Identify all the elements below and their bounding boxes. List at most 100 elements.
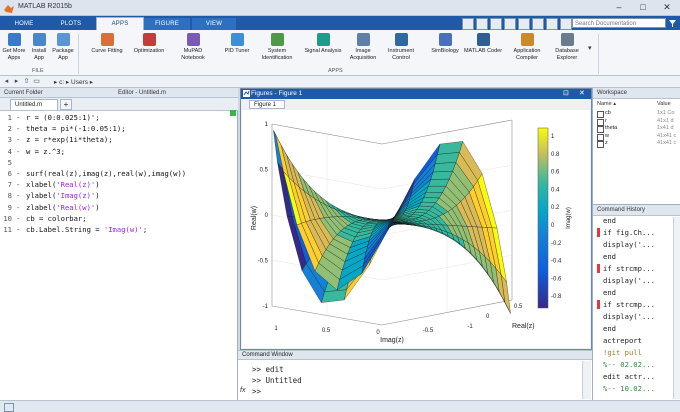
app-button-3[interactable]: PID Tuner	[216, 33, 258, 55]
variable-name[interactable]: w	[605, 133, 609, 140]
new-tab-button[interactable]: +	[60, 99, 72, 110]
history-entry[interactable]: if fig.Ch...	[603, 227, 655, 239]
history-entry[interactable]: end	[603, 287, 616, 299]
app-button-5[interactable]: Signal Analysis	[302, 33, 344, 55]
code-line[interactable]: 3-z = r*exp(1i*theta);	[0, 134, 236, 145]
history-entry[interactable]: if strcmp...	[603, 299, 655, 311]
gallery-expand-icon[interactable]: ▾	[588, 44, 592, 52]
code-line[interactable]: 11- cb.Label.String = 'Imag(w)';	[0, 224, 236, 235]
app-button-9[interactable]: MATLAB Coder	[462, 33, 504, 55]
app-button-8[interactable]: SimBiology	[424, 33, 466, 55]
history-entry[interactable]: actreport	[603, 335, 642, 347]
variable-name[interactable]: theta	[605, 125, 617, 132]
app-button-7[interactable]: Instrument Control	[380, 33, 422, 61]
history-entry[interactable]: display('...	[603, 311, 655, 323]
code-line[interactable]: 5	[0, 157, 236, 168]
colorbar[interactable]	[537, 127, 549, 309]
figure-tab[interactable]: Figure 1	[249, 100, 285, 109]
workspace-name-column[interactable]: Name ▴	[597, 101, 616, 108]
app-button-1[interactable]: Optimization	[128, 33, 170, 55]
breakpoint-marker[interactable]: -	[16, 146, 20, 157]
breakpoint-marker[interactable]: -	[16, 213, 20, 224]
breakpoint-marker[interactable]: -	[16, 123, 20, 134]
quick-access-undo-icon[interactable]	[518, 18, 530, 30]
command-scrollbar[interactable]	[582, 361, 591, 399]
current-folder-header[interactable]: Current Folder	[0, 88, 114, 98]
tab-plots[interactable]: PLOTS	[48, 18, 94, 30]
get-more-apps-button[interactable]: Get More Apps	[2, 33, 26, 61]
search-documentation-input[interactable]: Search Documentation	[572, 18, 666, 28]
breakpoint-marker[interactable]: -	[16, 190, 20, 201]
back-icon[interactable]: ◂	[2, 77, 11, 86]
current-path[interactable]: ▸ c: ▸ Users ▸	[54, 78, 93, 86]
quick-access-cut-icon[interactable]	[476, 18, 488, 30]
history-entry[interactable]: !git pull	[603, 347, 642, 359]
history-entry[interactable]: if strcmp...	[603, 263, 655, 275]
breakpoint-marker[interactable]: -	[16, 168, 20, 179]
up-folder-icon[interactable]: ⇧	[22, 77, 31, 86]
browse-folder-icon[interactable]: ▭	[32, 77, 41, 86]
app-button-0[interactable]: Curve Fitting	[86, 33, 128, 55]
variable-name[interactable]: r	[605, 118, 607, 125]
install-app-button[interactable]: Install App	[28, 33, 50, 61]
quick-access-help-icon[interactable]	[560, 18, 572, 30]
surface-plot[interactable]: 1 0.8 0.6 0.4 0.2 0 -0.2 -0.4 -0.6 -0.8 Imag(w) 1…	[242, 110, 590, 348]
close-figure-icon[interactable]: ✕	[579, 89, 585, 99]
minimize-button[interactable]: –	[608, 1, 630, 14]
variable-name[interactable]: z	[605, 140, 608, 147]
breakpoint-marker[interactable]: -	[16, 134, 20, 145]
tab-home[interactable]: HOME	[2, 18, 46, 30]
fx-icon[interactable]: fx	[240, 387, 245, 394]
forward-icon[interactable]: ▸	[12, 77, 21, 86]
history-entry[interactable]: display('...	[603, 275, 655, 287]
code-line[interactable]: 6- surf(real(z),imag(z),real(w),imag(w))	[0, 168, 236, 179]
tab-apps[interactable]: APPS	[96, 17, 144, 31]
history-entry[interactable]: %-- 10.02...	[603, 383, 655, 395]
breakpoint-marker[interactable]: -	[16, 179, 20, 190]
code-line[interactable]: 7- xlabel('Real(z)')	[0, 179, 236, 190]
command-window-header[interactable]: Command Window	[238, 351, 592, 360]
close-button[interactable]: ✕	[656, 1, 678, 14]
quick-access-save-icon[interactable]	[462, 18, 474, 30]
maximize-button[interactable]: □	[632, 1, 654, 14]
code-line[interactable]: 4-w = z.^3;	[0, 146, 236, 157]
workspace-header[interactable]: Workspace	[593, 88, 680, 99]
history-entry[interactable]: display('...	[603, 239, 655, 251]
package-app-button[interactable]: Package App	[52, 33, 74, 61]
command-window[interactable]: Command Window >> edit >> Untitled >> fx	[238, 350, 592, 400]
figure-header[interactable]: Figures - Figure 1	[241, 89, 591, 99]
command-prompt[interactable]: >>	[252, 386, 261, 397]
breakpoint-marker[interactable]: -	[16, 112, 20, 123]
app-button-2[interactable]: MuPAD Notebook	[172, 33, 214, 61]
history-entry[interactable]: end	[603, 251, 616, 263]
app-button-11[interactable]: Database Explorer	[546, 33, 588, 61]
breakpoint-marker[interactable]: -	[16, 202, 20, 213]
app-button-4[interactable]: System Identification	[256, 33, 298, 61]
surface-face	[437, 141, 463, 155]
quick-access-switch-icon[interactable]	[546, 18, 558, 30]
history-entry[interactable]: end	[603, 215, 616, 227]
code-line[interactable]: 9- zlabel('Real(w)')	[0, 202, 236, 213]
undock-icon[interactable]: ⊡	[563, 89, 569, 99]
history-entry[interactable]: end	[603, 323, 616, 335]
quick-access-paste-icon[interactable]	[504, 18, 516, 30]
code-line[interactable]: 2- theta = pi*(-1:0.05:1);	[0, 123, 236, 134]
app-button-6[interactable]: Image Acquisition	[342, 33, 384, 61]
history-entry[interactable]: %-- 02.02...	[603, 359, 655, 371]
code-line[interactable]: 1-r = (0:0.025:1)';	[0, 112, 236, 123]
tab-figure[interactable]: FIGURE	[144, 18, 190, 30]
editor-header[interactable]: Editor - Untitled.m	[114, 88, 238, 98]
variable-name[interactable]: cb	[605, 110, 611, 117]
code-line[interactable]: 10- cb = colorbar;	[0, 213, 236, 224]
quick-access-copy-icon[interactable]	[490, 18, 502, 30]
workspace-value-column[interactable]: Value	[657, 101, 671, 108]
tab-view[interactable]: VIEW	[192, 18, 236, 30]
editor-tab-untitled[interactable]: Untitled.m	[10, 99, 58, 110]
filter-icon[interactable]	[668, 19, 677, 28]
app-button-10[interactable]: Application Compiler	[506, 33, 548, 61]
code-line[interactable]: 8- ylabel('Imag(z)')	[0, 190, 236, 201]
quick-access-redo-icon[interactable]	[532, 18, 544, 30]
history-scrollbar[interactable]	[673, 217, 680, 399]
history-entry[interactable]: edit actr...	[603, 371, 655, 383]
breakpoint-marker[interactable]: -	[16, 224, 20, 235]
